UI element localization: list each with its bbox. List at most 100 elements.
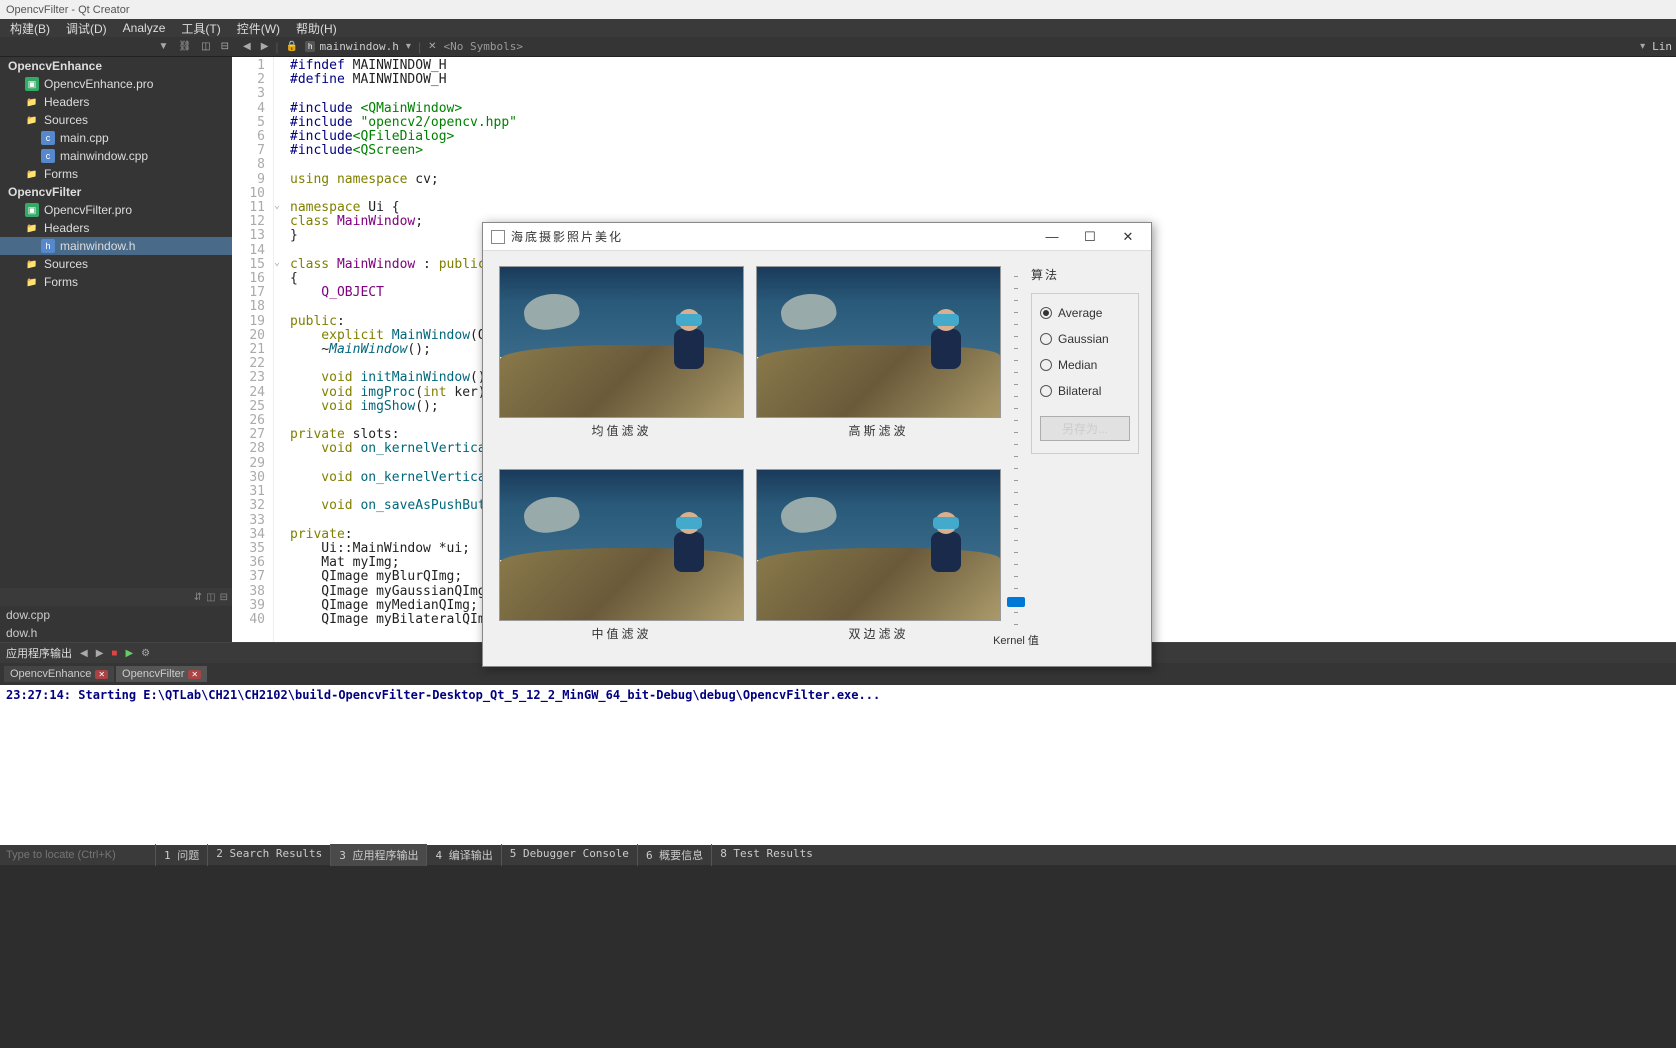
- close-split-icon[interactable]: ⊟: [218, 41, 232, 52]
- file-mainwindow-cpp[interactable]: cmainwindow.cpp: [0, 147, 232, 165]
- folder-forms-1[interactable]: 📁Forms: [0, 165, 232, 183]
- project-opencv-filter[interactable]: OpencvFilter: [0, 183, 232, 201]
- stop-icon[interactable]: ■: [111, 648, 117, 659]
- sidebar-filter-icon[interactable]: ⇵: [194, 592, 202, 603]
- folder-forms-2[interactable]: 📁Forms: [0, 273, 232, 291]
- menu-debug[interactable]: 调试(D): [58, 18, 115, 39]
- menu-widgets[interactable]: 控件(W): [229, 18, 288, 39]
- editor-toolbar: ▼ ⛓ ◫ ⊟ ◀ ▶ | 🔒 h mainwindow.h ▾ | ✕ <No…: [0, 37, 1676, 57]
- output-body[interactable]: 23:27:14: Starting E:\QTLab\CH21\CH2102\…: [0, 685, 1676, 845]
- btab-debugger[interactable]: 5 Debugger Console: [501, 844, 637, 866]
- radio-icon: [1040, 307, 1052, 319]
- algo-group: Average Gaussian Median Bilateral 另存为...: [1031, 293, 1139, 454]
- menu-build[interactable]: 构建(B): [2, 18, 58, 39]
- output-line: 23:27:14: Starting E:\QTLab\CH21\CH2102\…: [6, 688, 1670, 702]
- filter-icon[interactable]: ▼: [156, 41, 172, 52]
- open-doc-cpp[interactable]: dow.cpp: [0, 606, 232, 624]
- file-dropdown-icon[interactable]: ▾: [403, 41, 414, 52]
- nav-fwd-icon[interactable]: ▶: [258, 41, 272, 52]
- file-pro-filter[interactable]: ▣OpencvFilter.pro: [0, 201, 232, 219]
- preview-bilateral: 双边滤波: [756, 469, 1001, 658]
- menubar: 构建(B) 调试(D) Analyze 工具(T) 控件(W) 帮助(H): [0, 19, 1676, 37]
- split-icon[interactable]: ◫: [198, 41, 213, 52]
- algorithm-panel: 算法 Average Gaussian Median Bilateral 另存为…: [1031, 266, 1139, 658]
- project-opencv-enhance[interactable]: OpencvEnhance: [0, 57, 232, 75]
- open-doc-h[interactable]: dow.h: [0, 624, 232, 642]
- line-gutter: 1234567891011121314151617181920212223242…: [232, 57, 274, 642]
- caption-gaussian: 高斯滤波: [848, 422, 908, 439]
- radio-icon: [1040, 359, 1052, 371]
- sidebar: OpencvEnhance ▣OpencvEnhance.pro 📁Header…: [0, 57, 232, 642]
- image-grid: 均值滤波 高斯滤波 中值滤波 双边滤波: [499, 266, 1001, 658]
- radio-bilateral[interactable]: Bilateral: [1040, 384, 1130, 398]
- lock-icon[interactable]: 🔒: [283, 41, 301, 52]
- sidebar-close-icon[interactable]: ⊟: [220, 592, 228, 603]
- kernel-slider[interactable]: [1014, 276, 1018, 628]
- radio-gaussian[interactable]: Gaussian: [1040, 332, 1130, 346]
- output-settings-icon[interactable]: ⚙: [141, 648, 150, 659]
- btab-issues[interactable]: 1 问题: [155, 844, 207, 866]
- bottom-tabs: 1 问题 2 Search Results 3 应用程序输出 4 编译输出 5 …: [155, 844, 821, 866]
- dialog-app-icon: [491, 230, 505, 244]
- close-button[interactable]: ✕: [1109, 224, 1147, 250]
- caption-median: 中值滤波: [591, 625, 651, 642]
- output-panel: 应用程序输出 ◀ ▶ ■ ▶ ⚙ OpencvEnhance✕ OpencvFi…: [0, 642, 1676, 845]
- slider-thumb[interactable]: [1007, 597, 1025, 607]
- fold-column: ⌄ ⌄: [274, 57, 286, 642]
- dropdown-icon[interactable]: ▾: [1637, 41, 1648, 52]
- output-title: 应用程序输出: [6, 645, 72, 661]
- file-pro-enhance[interactable]: ▣OpencvEnhance.pro: [0, 75, 232, 93]
- close-tab-icon[interactable]: ✕: [188, 670, 201, 679]
- symbol-combo[interactable]: <No Symbols>: [443, 40, 522, 53]
- folder-headers-2[interactable]: 📁Headers: [0, 219, 232, 237]
- menu-tools[interactable]: 工具(T): [173, 18, 228, 39]
- save-as-button[interactable]: 另存为...: [1040, 416, 1130, 441]
- preview-median: 中值滤波: [499, 469, 744, 658]
- sidebar-toolbar: ⇵ ◫ ⊟: [0, 588, 232, 606]
- output-tab-filter[interactable]: OpencvFilter✕: [116, 666, 207, 682]
- btab-test[interactable]: 8 Test Results: [711, 844, 821, 866]
- kernel-slider-column: Kernel 值: [1007, 266, 1025, 658]
- folder-sources-1[interactable]: 📁Sources: [0, 111, 232, 129]
- open-documents: dow.cpp dow.h: [0, 606, 232, 642]
- preview-average: 均值滤波: [499, 266, 744, 455]
- menu-help[interactable]: 帮助(H): [288, 18, 345, 39]
- btab-general[interactable]: 6 概要信息: [637, 844, 711, 866]
- folder-sources-2[interactable]: 📁Sources: [0, 255, 232, 273]
- maximize-button[interactable]: ☐: [1071, 224, 1109, 250]
- minimize-button[interactable]: —: [1033, 224, 1071, 250]
- bottom-bar: 1 问题 2 Search Results 3 应用程序输出 4 编译输出 5 …: [0, 845, 1676, 865]
- radio-average[interactable]: Average: [1040, 306, 1130, 320]
- current-file[interactable]: mainwindow.h: [319, 40, 398, 53]
- btab-search[interactable]: 2 Search Results: [207, 844, 330, 866]
- folder-headers-1[interactable]: 📁Headers: [0, 93, 232, 111]
- preview-image: [756, 469, 1001, 621]
- algo-title: 算法: [1031, 266, 1139, 283]
- output-prev-icon[interactable]: ◀: [80, 648, 88, 659]
- close-file-icon[interactable]: ✕: [425, 41, 439, 52]
- preview-image: [499, 266, 744, 418]
- line-indicator: Lin: [1652, 40, 1672, 53]
- dialog-titlebar[interactable]: 海底摄影照片美化 — ☐ ✕: [483, 223, 1151, 251]
- caption-average: 均值滤波: [591, 422, 651, 439]
- file-mainwindow-h[interactable]: hmainwindow.h: [0, 237, 232, 255]
- radio-median[interactable]: Median: [1040, 358, 1130, 372]
- app-titlebar: OpencvFilter - Qt Creator: [0, 0, 1676, 19]
- output-tab-enhance[interactable]: OpencvEnhance✕: [4, 666, 114, 682]
- file-main-cpp[interactable]: cmain.cpp: [0, 129, 232, 147]
- output-next-icon[interactable]: ▶: [96, 648, 104, 659]
- link-icon[interactable]: ⛓: [175, 41, 194, 52]
- locator-input[interactable]: [0, 846, 155, 864]
- preview-image: [756, 266, 1001, 418]
- btab-compile[interactable]: 4 编译输出: [426, 844, 500, 866]
- preview-image: [499, 469, 744, 621]
- sidebar-split-icon[interactable]: ◫: [206, 592, 215, 603]
- menu-analyze[interactable]: Analyze: [115, 19, 174, 37]
- dialog-body: 均值滤波 高斯滤波 中值滤波 双边滤波 Kernel 值 算法: [483, 251, 1151, 666]
- close-tab-icon[interactable]: ✕: [95, 670, 108, 679]
- caption-bilateral: 双边滤波: [848, 625, 908, 642]
- nav-back-icon[interactable]: ◀: [240, 41, 254, 52]
- run-icon[interactable]: ▶: [125, 648, 133, 659]
- app-title: OpencvFilter - Qt Creator: [6, 4, 129, 16]
- btab-appoutput[interactable]: 3 应用程序输出: [330, 844, 426, 866]
